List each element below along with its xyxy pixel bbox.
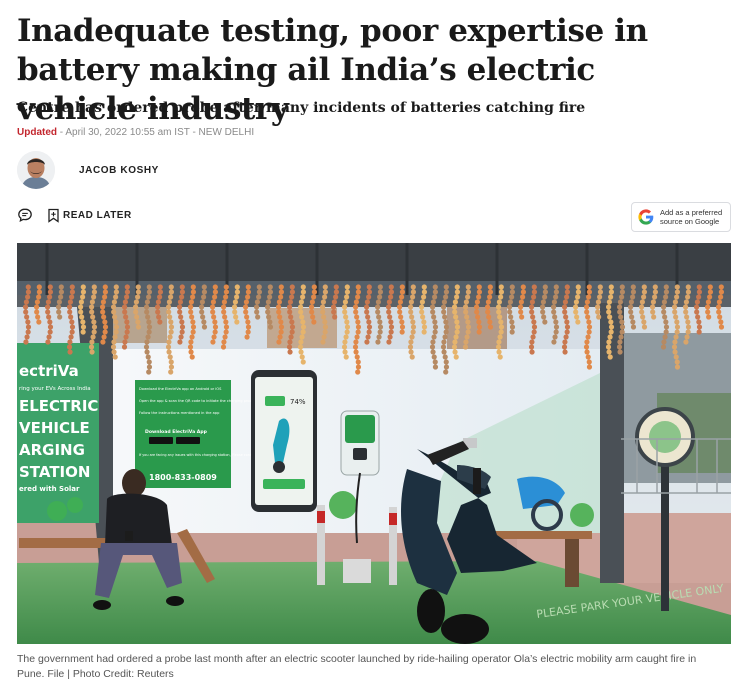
author-avatar[interactable] [17, 151, 55, 189]
article-meta: Updated - April 30, 2022 10:55 am IST - … [17, 127, 254, 138]
subheadline: Centre has ordered probe after many inci… [17, 100, 586, 116]
panel-step-1: Download the ElectriVa app on Android or… [139, 387, 222, 391]
author-name[interactable]: JACOB KOSHY [79, 165, 159, 176]
billboard-line-1: ELECTRIC [19, 397, 98, 415]
google-preferred-source-label: Add as a preferred source on Google [660, 208, 723, 226]
photo-caption: The government had ordered a probe last … [17, 653, 697, 680]
bookmark-icon [48, 208, 59, 223]
phone-battery: 74% [290, 398, 306, 406]
panel-step-3: Follow the instructions mentioned in the… [139, 411, 220, 415]
billboard-line-5: ered with Solar [19, 485, 80, 493]
comment-icon[interactable] [17, 207, 33, 223]
charging-station-photo: PLEASE PARK YOUR VEHICLE ONLY ectriVa ri… [17, 243, 731, 644]
billboard-tag: ring your EVs Across India [19, 386, 91, 392]
google-logo-icon [638, 209, 654, 225]
panel-phone: 1800-833-0809 [149, 473, 217, 482]
dateline: - April 30, 2022 10:55 am IST - NEW DELH… [57, 127, 255, 138]
billboard-line-3: ARGING [19, 441, 85, 459]
author-avatar-image [17, 151, 55, 189]
billboard-line-2: VEHICLE [19, 419, 90, 437]
read-later-button[interactable]: READ LATER [47, 208, 132, 223]
updated-label: Updated [17, 127, 57, 138]
billboard-brand: ectriVa [19, 362, 79, 380]
google-preferred-source-button[interactable]: Add as a preferred source on Google [631, 202, 731, 232]
author-row: JACOB KOSHY [17, 150, 159, 190]
panel-download: Download ElectriVa App [145, 429, 208, 435]
billboard-line-4: STATION [19, 463, 90, 481]
read-later-label: READ LATER [63, 209, 132, 221]
panel-step-2: Open the app & scan the QR code to initi… [139, 399, 258, 403]
article-photo[interactable]: PLEASE PARK YOUR VEHICLE ONLY ectriVa ri… [17, 243, 731, 644]
article-actions: READ LATER [17, 205, 132, 225]
